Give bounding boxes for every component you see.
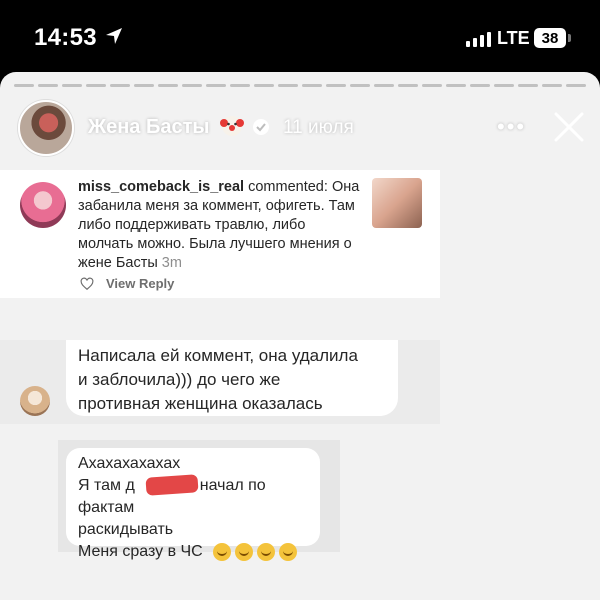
more-dots-icon[interactable]: ••• bbox=[497, 114, 526, 140]
verified-badge-icon bbox=[253, 119, 269, 135]
redaction-mark bbox=[145, 474, 199, 496]
heart-icon[interactable] bbox=[80, 277, 94, 291]
commenter-username[interactable]: miss_comeback_is_real bbox=[78, 179, 244, 195]
message-bubble-1: Написала ей коммент, она удалила и забло… bbox=[66, 340, 398, 416]
message-line: раскидывать bbox=[78, 521, 174, 538]
status-time: 14:53 bbox=[34, 24, 97, 51]
story-author-avatar[interactable] bbox=[18, 100, 74, 156]
comment-card: miss_comeback_is_real commented: Она заб… bbox=[0, 170, 440, 298]
comment-time: 3m bbox=[161, 255, 182, 271]
location-arrow-icon bbox=[106, 28, 122, 44]
message-line: Меня сразу в ЧС bbox=[78, 541, 308, 563]
battery-tip bbox=[568, 34, 571, 42]
battery-icon: 38 bbox=[534, 28, 566, 48]
message-line: Ахахахахахах bbox=[78, 455, 181, 472]
message-line: и заблочила))) до чего же bbox=[78, 370, 281, 389]
laughing-emoji-icon bbox=[257, 542, 276, 561]
emoji-row bbox=[213, 542, 298, 561]
story-viewer: Жена Басты 11 июля ••• miss_comeback_is_… bbox=[0, 72, 600, 600]
clown-emoji-icon bbox=[220, 116, 244, 136]
message-line: противная женщина оказалась bbox=[78, 394, 323, 413]
status-bar: 14:53 LTE 38 bbox=[0, 0, 600, 72]
laughing-emoji-icon bbox=[213, 542, 232, 561]
commenter-avatar[interactable] bbox=[20, 182, 66, 228]
story-progress-bars bbox=[14, 84, 586, 87]
signal-bars-icon bbox=[466, 31, 491, 47]
close-icon[interactable] bbox=[552, 110, 586, 144]
story-author-name[interactable]: Жена Басты bbox=[88, 116, 209, 139]
view-reply-link[interactable]: View Reply bbox=[106, 276, 174, 291]
network-type: LTE bbox=[497, 28, 530, 48]
laughing-emoji-icon bbox=[235, 542, 254, 561]
post-thumbnail[interactable] bbox=[372, 178, 422, 228]
comment-text: miss_comeback_is_real commented: Она заб… bbox=[78, 178, 360, 273]
dm-sender-avatar bbox=[20, 386, 50, 416]
story-date: 11 июля bbox=[283, 117, 354, 138]
message-line: Написала ей коммент, она удалила bbox=[78, 346, 358, 365]
message-bubble-2: Ахахахахахах Я там д начал по фактам рас… bbox=[66, 448, 320, 561]
smiling-emoji-icon bbox=[279, 542, 298, 561]
comment-action: commented: bbox=[248, 179, 328, 195]
